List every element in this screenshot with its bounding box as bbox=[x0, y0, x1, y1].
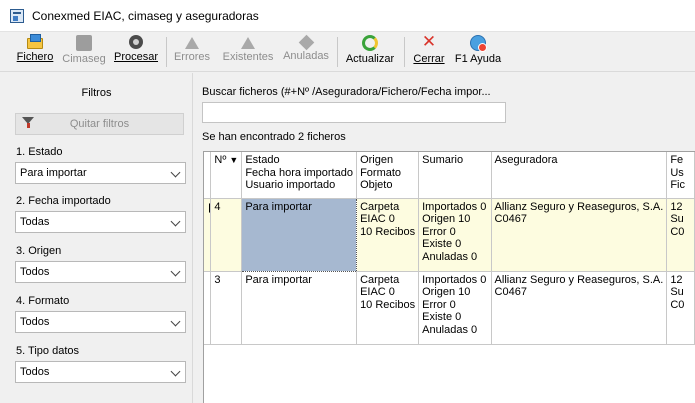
cell-estado[interactable]: Para importar bbox=[241, 271, 358, 345]
table-row[interactable]: 4 Para importar Carpeta EIAC 0 10 Recibo… bbox=[204, 197, 695, 272]
header-fecha[interactable]: Fe Us Fic bbox=[666, 152, 695, 199]
origen-value: Todos bbox=[20, 266, 50, 278]
header-estado[interactable]: Estado Fecha hora importado Usuario impo… bbox=[241, 152, 358, 199]
toolbar-separator bbox=[337, 37, 338, 67]
header-origen[interactable]: Origen Formato Objeto bbox=[356, 152, 420, 199]
existentes-button[interactable]: Existentes bbox=[220, 34, 276, 70]
cell-fecha[interactable]: 12 Su C0 bbox=[666, 198, 695, 272]
fichero-button[interactable]: Fichero bbox=[14, 34, 56, 70]
cell-fecha[interactable]: 12 Su C0 bbox=[666, 271, 695, 345]
cell-estado[interactable]: Para importar bbox=[241, 197, 358, 272]
help-icon bbox=[470, 35, 487, 52]
clear-filters-label: Quitar filtros bbox=[69, 118, 130, 130]
fecha-importado-label: 2. Fecha importado bbox=[16, 195, 111, 207]
toolbar-separator bbox=[404, 37, 405, 67]
formato-value: Todos bbox=[20, 316, 50, 328]
fecha-importado-select[interactable]: Todas bbox=[15, 211, 186, 233]
cimaseg-label: Cimaseg bbox=[62, 53, 106, 65]
existentes-icon bbox=[241, 37, 255, 49]
table-row[interactable]: 3 Para importar Carpeta EIAC 0 10 Recibo… bbox=[204, 271, 695, 345]
grid-header-row: Nº ▼ Estado Fecha hora importado Usuario… bbox=[204, 152, 695, 199]
cell-sumario[interactable]: Importados 0 Origen 10 Error 0 Existe 0 … bbox=[418, 198, 492, 272]
window-title: Conexmed EIAC, cimaseg y aseguradoras bbox=[32, 8, 259, 23]
current-row-arrow-icon bbox=[209, 202, 210, 213]
actualizar-label: Actualizar bbox=[345, 53, 395, 65]
tipo-datos-value: Todos bbox=[20, 366, 50, 378]
results-count: Se han encontrado 2 ficheros bbox=[202, 131, 346, 143]
gear-icon bbox=[129, 35, 143, 49]
header-aseguradora[interactable]: Aseguradora bbox=[491, 152, 668, 199]
cell-num[interactable]: 4 bbox=[210, 198, 243, 272]
header-sumario[interactable]: Sumario bbox=[418, 152, 492, 199]
cerrar-label: Cerrar bbox=[413, 53, 445, 65]
header-num[interactable]: Nº ▼ bbox=[210, 152, 243, 199]
ayuda-label: F1 Ayuda bbox=[454, 53, 502, 65]
ayuda-button[interactable]: F1 Ayuda bbox=[452, 34, 504, 70]
title-bar: Conexmed EIAC, cimaseg y aseguradoras bbox=[0, 0, 695, 32]
warning-icon bbox=[185, 37, 199, 49]
sort-down-icon: ▼ bbox=[229, 155, 239, 165]
row-indicator bbox=[204, 271, 212, 345]
search-input[interactable] bbox=[202, 102, 506, 123]
origen-select[interactable]: Todos bbox=[15, 261, 186, 283]
app-icon bbox=[10, 8, 24, 23]
clear-filters-button[interactable]: Quitar filtros bbox=[15, 113, 184, 135]
formato-label: 4. Formato bbox=[16, 295, 70, 307]
toolbar: Fichero Cimaseg Procesar Errores Existen… bbox=[0, 32, 695, 72]
fichero-label: Fichero bbox=[16, 51, 54, 63]
cell-origen[interactable]: Carpeta EIAC 0 10 Recibos bbox=[356, 271, 420, 345]
procesar-button[interactable]: Procesar bbox=[112, 34, 160, 70]
chevron-down-icon bbox=[170, 366, 181, 377]
toolbar-separator bbox=[166, 37, 167, 67]
tipo-datos-label: 5. Tipo datos bbox=[16, 345, 79, 357]
estado-value: Para importar bbox=[20, 167, 87, 179]
row-indicator bbox=[204, 198, 212, 272]
filters-title: Filtros bbox=[81, 87, 112, 99]
row-indicator-header bbox=[204, 152, 212, 199]
cell-sumario[interactable]: Importados 0 Origen 10 Error 0 Existe 0 … bbox=[418, 271, 492, 345]
filter-icon bbox=[22, 117, 34, 129]
cell-num[interactable]: 3 bbox=[210, 271, 243, 345]
actualizar-button[interactable]: Actualizar bbox=[344, 34, 396, 70]
tipo-datos-select[interactable]: Todos bbox=[15, 361, 186, 383]
chevron-down-icon bbox=[170, 167, 181, 178]
search-label: Buscar ficheros (#+Nº /Aseguradora/Fiche… bbox=[202, 86, 491, 98]
estado-select[interactable]: Para importar bbox=[15, 162, 186, 184]
folder-icon bbox=[27, 34, 43, 49]
close-icon: ✕ bbox=[421, 32, 437, 51]
procesar-label: Procesar bbox=[113, 51, 159, 63]
cimaseg-button[interactable]: Cimaseg bbox=[61, 34, 107, 70]
refresh-icon bbox=[362, 35, 378, 51]
existentes-label: Existentes bbox=[222, 51, 274, 63]
cimaseg-icon bbox=[76, 35, 92, 51]
errores-label: Errores bbox=[173, 51, 211, 63]
chevron-down-icon bbox=[170, 316, 181, 327]
filters-panel: Filtros Quitar filtros 1. Estado Para im… bbox=[0, 73, 193, 403]
estado-label: 1. Estado bbox=[16, 146, 63, 158]
errores-button[interactable]: Errores bbox=[171, 34, 213, 70]
cell-origen[interactable]: Carpeta EIAC 0 10 Recibos bbox=[356, 198, 420, 272]
cerrar-button[interactable]: ✕ Cerrar bbox=[411, 32, 447, 70]
cell-aseguradora[interactable]: Allianz Seguro y Reaseguros, S.A. C0467 bbox=[491, 198, 668, 272]
chevron-down-icon bbox=[170, 266, 181, 277]
fecha-importado-value: Todas bbox=[20, 216, 50, 228]
anuladas-label: Anuladas bbox=[283, 50, 329, 62]
origen-label: 3. Origen bbox=[16, 245, 62, 257]
chevron-down-icon bbox=[170, 216, 181, 227]
cell-aseguradora[interactable]: Allianz Seguro y Reaseguros, S.A. C0467 bbox=[491, 271, 668, 345]
formato-select[interactable]: Todos bbox=[15, 311, 186, 333]
diamond-icon bbox=[298, 34, 314, 51]
anuladas-button[interactable]: Anuladas bbox=[282, 34, 330, 70]
files-grid: Nº ▼ Estado Fecha hora importado Usuario… bbox=[203, 151, 695, 403]
